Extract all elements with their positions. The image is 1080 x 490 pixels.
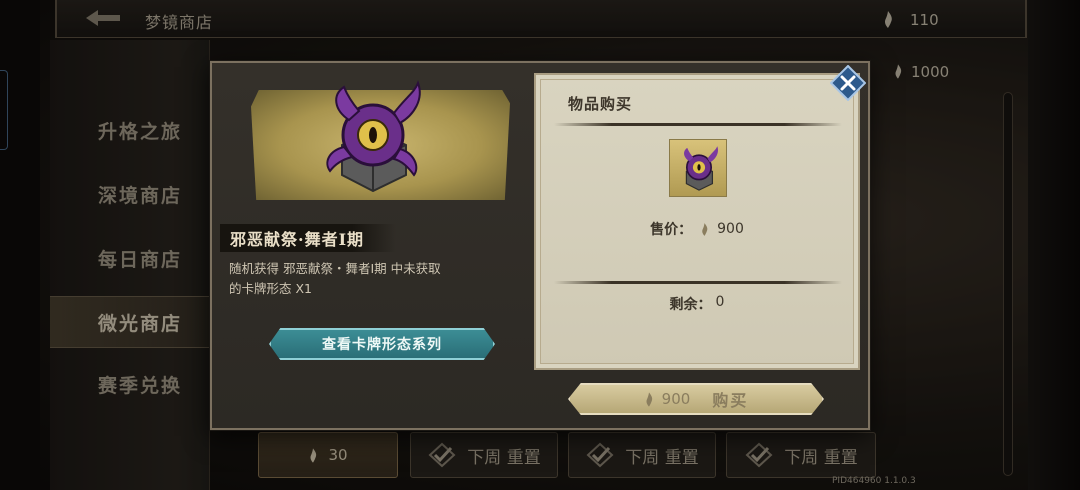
- tentacle-eye-artifact-icon: [326, 80, 421, 193]
- remaining-value: 0: [715, 294, 725, 310]
- view-card-forms-button[interactable]: 查看卡牌形态系列: [269, 328, 495, 360]
- tentacle-eye-artifact-icon: [684, 146, 719, 191]
- divider: [554, 281, 842, 284]
- buy-label: 购买: [712, 391, 749, 410]
- purchase-panel-title: 物品购买: [568, 95, 633, 113]
- purchase-panel: 物品购买 售价： 900 剩余： 0: [534, 73, 860, 370]
- divider: [554, 123, 842, 126]
- soul-flame-icon: [646, 391, 652, 407]
- item-purchase-dialog: 邪恶献祭·舞者I期 随机获得 邪恶献祭・舞者I期 中未获取 的卡牌形态 X1 查…: [210, 61, 870, 430]
- remaining-label: 剩余：: [669, 297, 712, 313]
- price-row: 售价： 900: [536, 219, 858, 239]
- item-name: 邪恶献祭·舞者I期: [220, 224, 396, 252]
- price-label: 售价：: [650, 222, 693, 238]
- buy-button[interactable]: 900 购买: [568, 383, 824, 415]
- item-description: 随机获得 邪恶献祭・舞者I期 中未获取 的卡牌形态 X1: [229, 259, 461, 299]
- price-value: 900: [717, 221, 744, 237]
- buy-price: 900: [661, 390, 691, 408]
- close-icon[interactable]: [830, 65, 866, 101]
- remaining-row: 剩余： 0: [536, 294, 858, 314]
- soul-flame-icon: [702, 222, 708, 236]
- item-description-line: 的卡牌形态 X1: [229, 281, 312, 296]
- item-description-line: 随机获得 邪恶献祭・舞者I期 中未获取: [229, 261, 441, 276]
- item-thumbnail: [669, 139, 727, 197]
